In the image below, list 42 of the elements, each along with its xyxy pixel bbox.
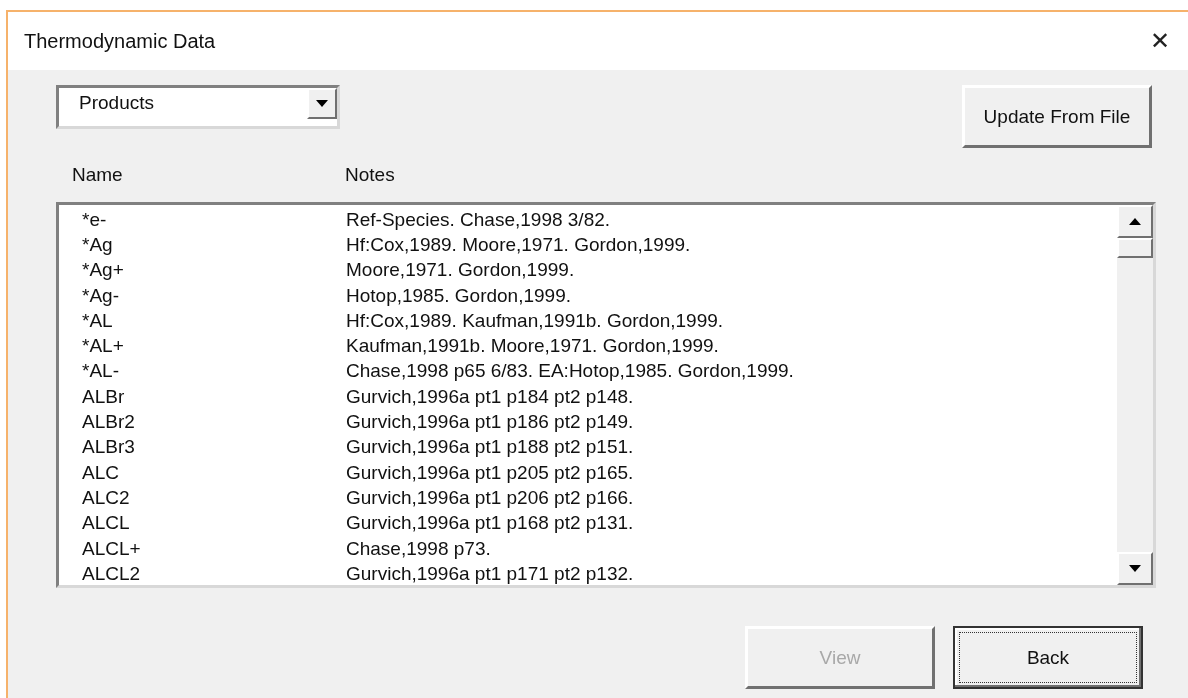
species-name: *Ag+	[82, 259, 125, 282]
species-notes: Hotop,1985. Gordon,1999.	[346, 284, 571, 307]
species-name: *Ag-	[82, 284, 120, 307]
species-name: *Ag	[82, 233, 114, 256]
category-dropdown[interactable]: Products	[56, 85, 340, 129]
species-notes: Gurvich,1996a pt1 p171 pt2 p132.	[346, 562, 634, 585]
species-name: ALBr3	[82, 436, 136, 459]
species-notes: Gurvich,1996a pt1 p186 pt2 p149.	[346, 411, 634, 433]
dialog-button[interactable]: Back	[953, 626, 1143, 689]
species-name: ALC2	[82, 486, 131, 509]
species-notes: Chase,1998 p65 6/83. EA:Hotop,1985. Gordon,1999.	[346, 360, 794, 383]
column-header: Name	[72, 164, 124, 186]
close-button[interactable]: ✕	[1143, 27, 1176, 55]
species-notes: Moore,1971. Gordon,1999.	[346, 259, 575, 282]
species-name: *AL+	[82, 335, 125, 358]
species-name: ALC	[82, 461, 120, 484]
species-name: ALBr	[82, 385, 126, 408]
species-list[interactable]	[56, 202, 1156, 588]
species-notes: Gurvich,1996a pt1 p184 pt2 p148.	[346, 385, 634, 408]
update-from-file-button[interactable]: Update From File	[962, 85, 1152, 148]
species-name: *e-	[82, 208, 108, 231]
species-notes: Ref-Species. Chase,1998 3/82.	[346, 208, 611, 231]
species-notes: Hf:Cox,1989. Kaufman,1991b. Gordon,1999.	[346, 309, 724, 332]
species-notes: Gurvich,1996a pt1 p205 pt2 p165.	[346, 461, 634, 484]
species-notes: Chase,1998 p73.	[346, 537, 491, 560]
species-notes: Kaufman,1991b. Moore,1971. Gordon,1999.	[346, 335, 719, 358]
scroll-up-icon[interactable]	[1117, 205, 1153, 238]
window-title: Thermodynamic Data	[24, 29, 216, 53]
species-notes: Gurvich,1996a pt1 p168 pt2 p131.	[346, 512, 634, 535]
column-header: Notes	[345, 164, 395, 186]
species-name: ALCL2	[82, 562, 142, 585]
scrollbar[interactable]	[1117, 205, 1153, 585]
species-name: ALCL+	[82, 537, 142, 560]
species-name: *AL-	[82, 360, 120, 383]
scroll-thumb[interactable]	[1117, 238, 1153, 258]
species-notes: Gurvich,1996a pt1 p188 pt2 p151.	[346, 436, 634, 459]
species-name: ALBr2	[82, 411, 136, 433]
species-notes: Gurvich,1996a pt1 p206 pt2 p166.	[346, 486, 634, 509]
scroll-down-icon[interactable]	[1117, 552, 1153, 585]
species-name: ALCL	[82, 512, 131, 535]
species-name: *AL	[82, 309, 114, 332]
species-notes: Hf:Cox,1989. Moore,1971. Gordon,1999.	[346, 233, 691, 256]
